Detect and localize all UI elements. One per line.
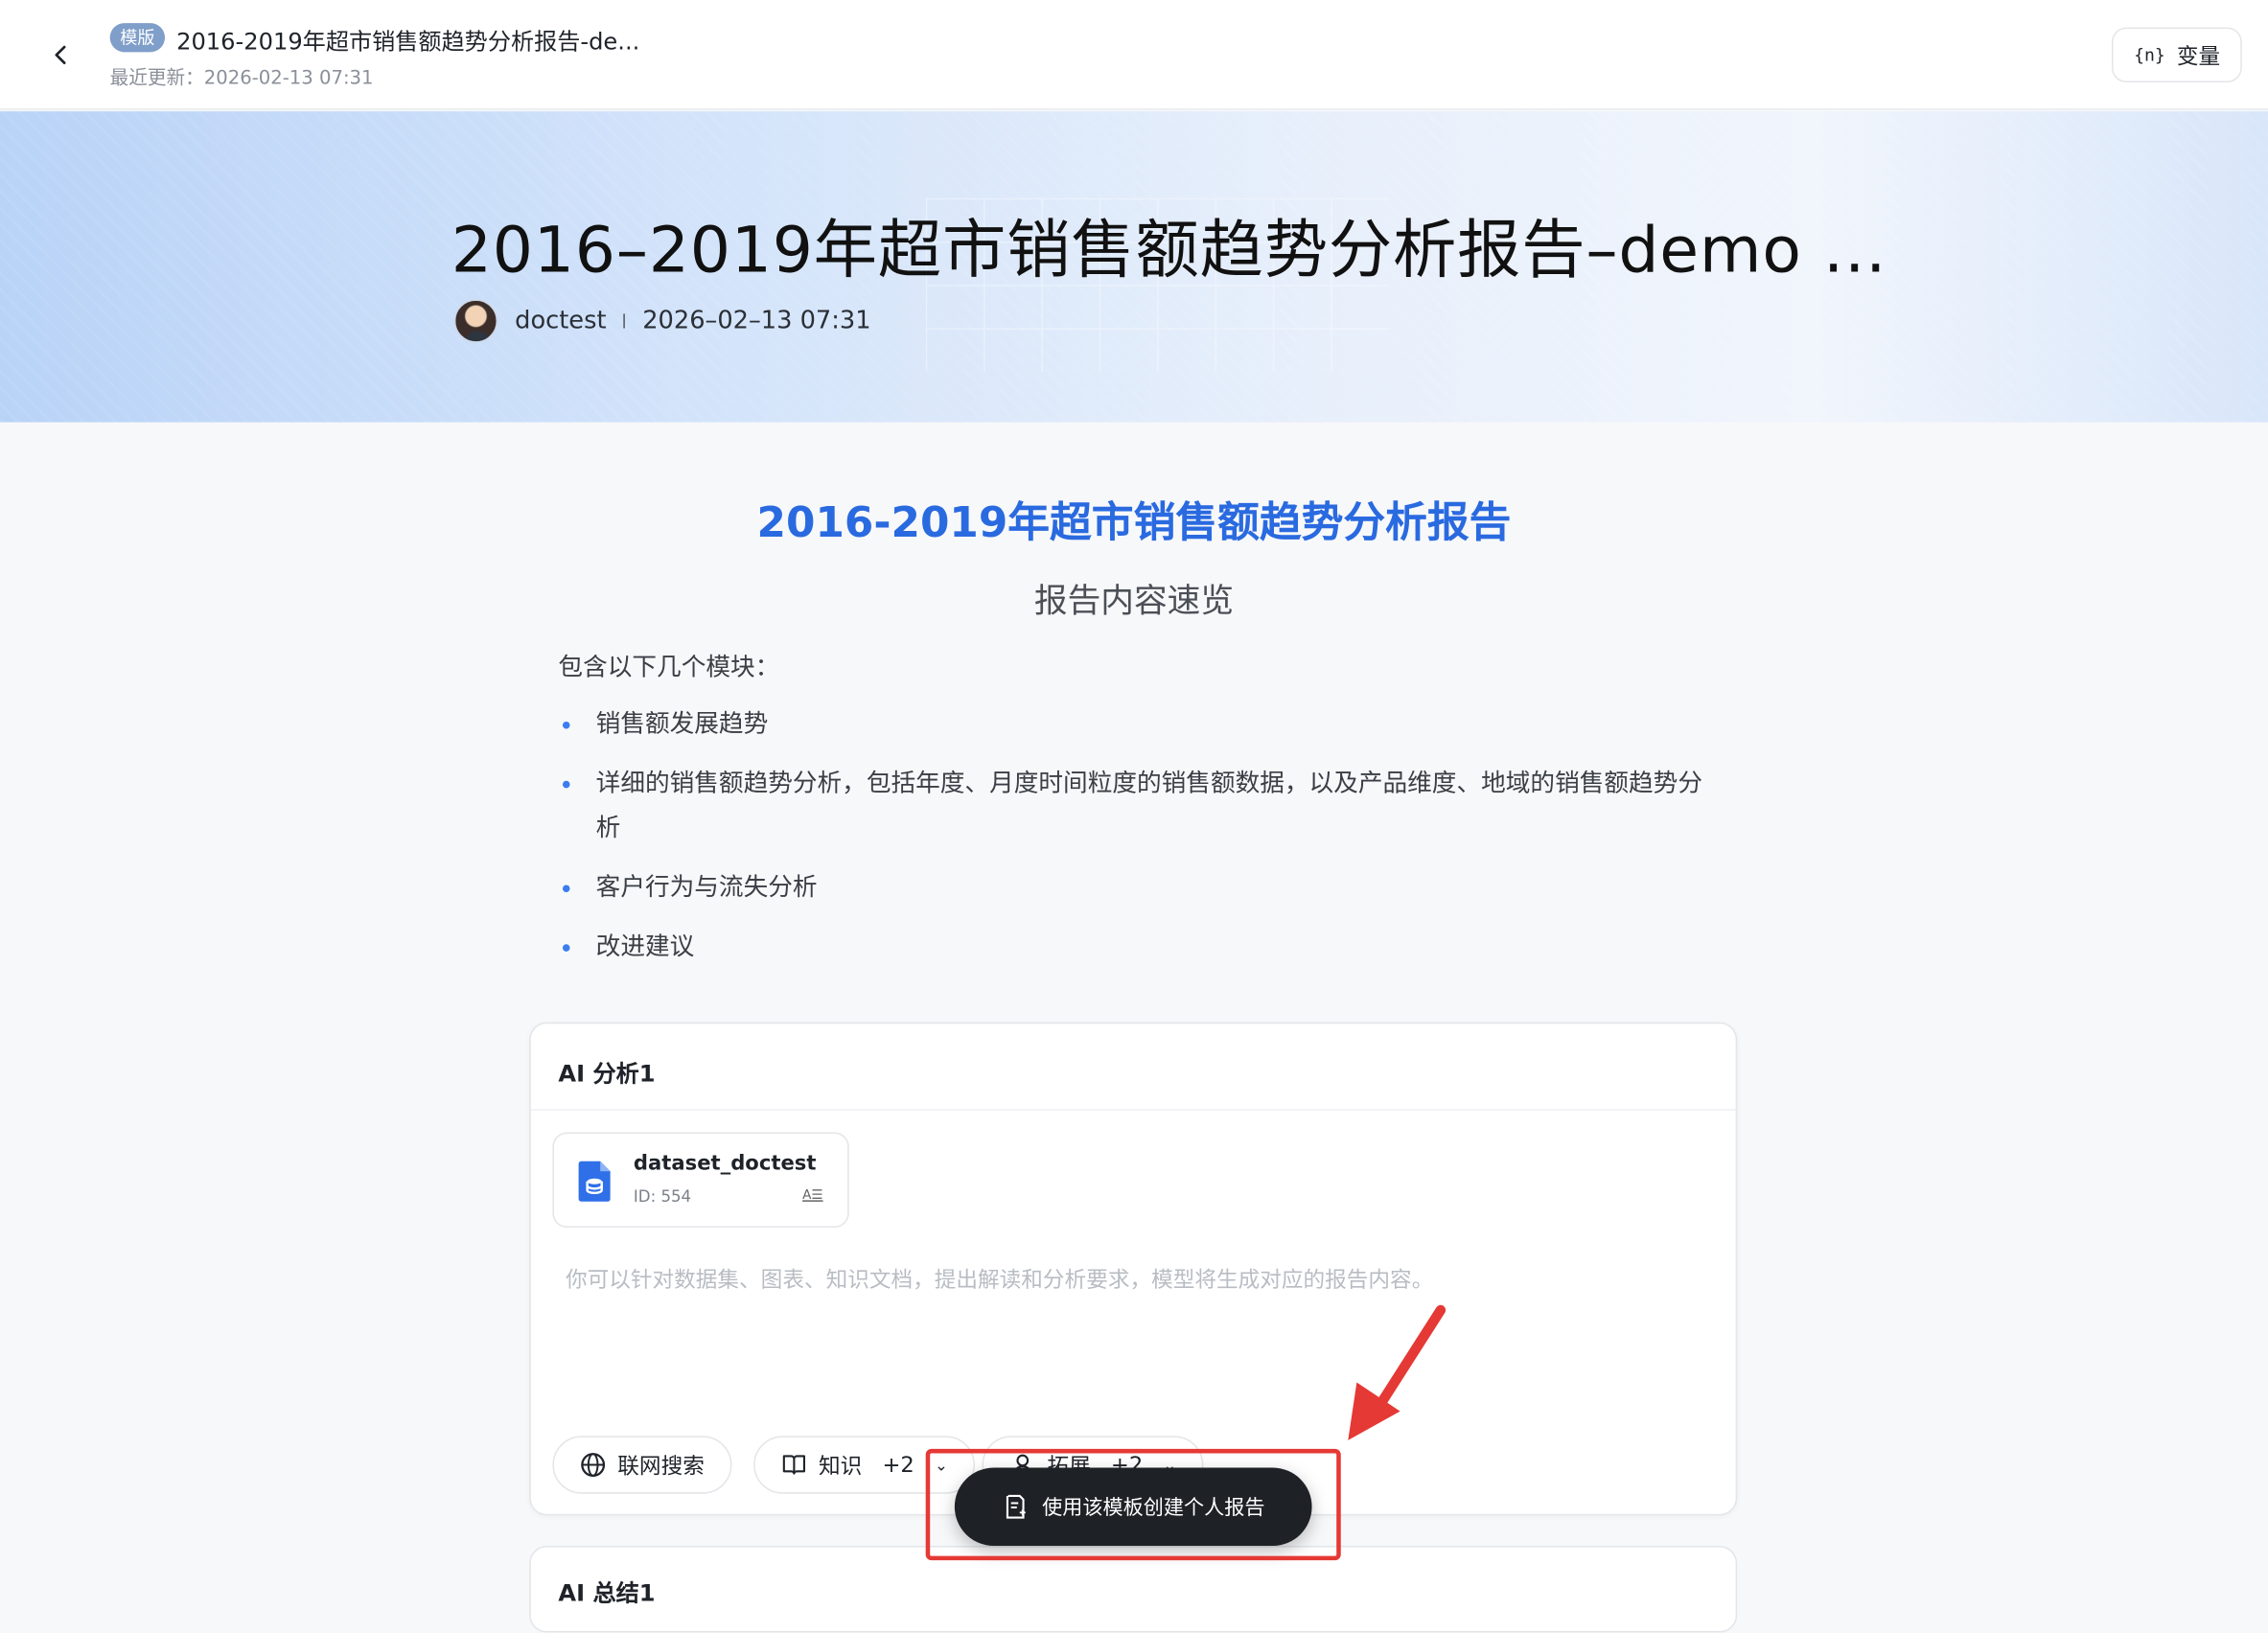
- list-item: 客户行为与流失分析: [558, 866, 1715, 911]
- prompt-input[interactable]: 你可以针对数据集、图表、知识文档，提出解读和分析要求，模型将生成对应的报告内容。: [566, 1264, 1433, 1295]
- dataset-file-icon: [578, 1161, 611, 1202]
- dataset-name: dataset_doctest: [633, 1152, 817, 1176]
- divider: [530, 1109, 1736, 1111]
- report-title: 2016-2019年超市销售额趋势分析报告: [756, 497, 1512, 547]
- divider: [623, 313, 626, 329]
- chip-label: 知识: [819, 1452, 863, 1479]
- highlight-box: [925, 1448, 1341, 1561]
- banner-title: 2016–2019年超市销售额趋势分析报告–demo …: [451, 214, 1887, 288]
- avatar: [453, 299, 498, 343]
- list-item: 详细的销售额趋势分析，包括年度、月度时间粒度的销售额数据，以及产品维度、地域的销…: [558, 762, 1715, 852]
- top-bar: 模版 2016-2019年超市销售额趋势分析报告-de... 最近更新：2026…: [0, 0, 2268, 110]
- list-item: 销售额发展趋势: [558, 702, 1715, 748]
- last-updated-text: 最近更新：2026-02-13 07:31: [109, 67, 374, 90]
- bullet-dot-icon: [562, 721, 570, 729]
- chevron-left-icon: [55, 45, 66, 64]
- page: 模版 2016-2019年超市销售额趋势分析报告-de... 最近更新：2026…: [0, 0, 2268, 1633]
- dataset-card[interactable]: dataset_doctest ID: 554 A☰: [552, 1132, 849, 1229]
- publish-date: 2026–02–13 07:31: [642, 306, 871, 336]
- chip-label: 联网搜索: [617, 1452, 705, 1479]
- report-subtitle: 报告内容速览: [1033, 583, 1235, 621]
- chip-count: +2: [882, 1451, 914, 1479]
- document-title: 2016-2019年超市销售额趋势分析报告-de...: [176, 27, 640, 56]
- card-title: AI 分析1: [558, 1060, 656, 1088]
- dataset-id: ID: 554: [633, 1186, 692, 1207]
- variables-button-label: 变量: [2176, 42, 2221, 69]
- bullet-dot-icon: [562, 780, 570, 789]
- report-banner: 2016–2019年超市销售额趋势分析报告–demo … doctest 202…: [0, 111, 2268, 423]
- field-type-icon: A☰: [802, 1188, 823, 1204]
- author-row: doctest 2026–02–13 07:31: [453, 299, 871, 343]
- back-button[interactable]: [40, 34, 81, 75]
- module-list: 销售额发展趋势 详细的销售额趋势分析，包括年度、月度时间粒度的销售额数据，以及产…: [558, 702, 1715, 984]
- bullet-dot-icon: [562, 944, 570, 952]
- template-badge: 模版: [109, 23, 166, 53]
- report-intro: 包含以下几个模块：: [558, 654, 780, 683]
- bullet-dot-icon: [562, 885, 570, 892]
- variables-button[interactable]: {n} 变量: [2112, 27, 2242, 83]
- ai-analysis-card: AI 分析1 dataset_doctest ID: 554 A☰ 你可以针对数…: [529, 1022, 1738, 1516]
- variable-icon: {n}: [2134, 44, 2165, 65]
- globe-icon: [581, 1453, 606, 1477]
- annotation-arrow-icon: [1348, 1304, 1446, 1440]
- author-name: doctest: [515, 306, 607, 336]
- book-icon: [782, 1455, 806, 1475]
- list-item: 改进建议: [558, 926, 1715, 971]
- web-search-toggle[interactable]: 联网搜索: [552, 1436, 732, 1494]
